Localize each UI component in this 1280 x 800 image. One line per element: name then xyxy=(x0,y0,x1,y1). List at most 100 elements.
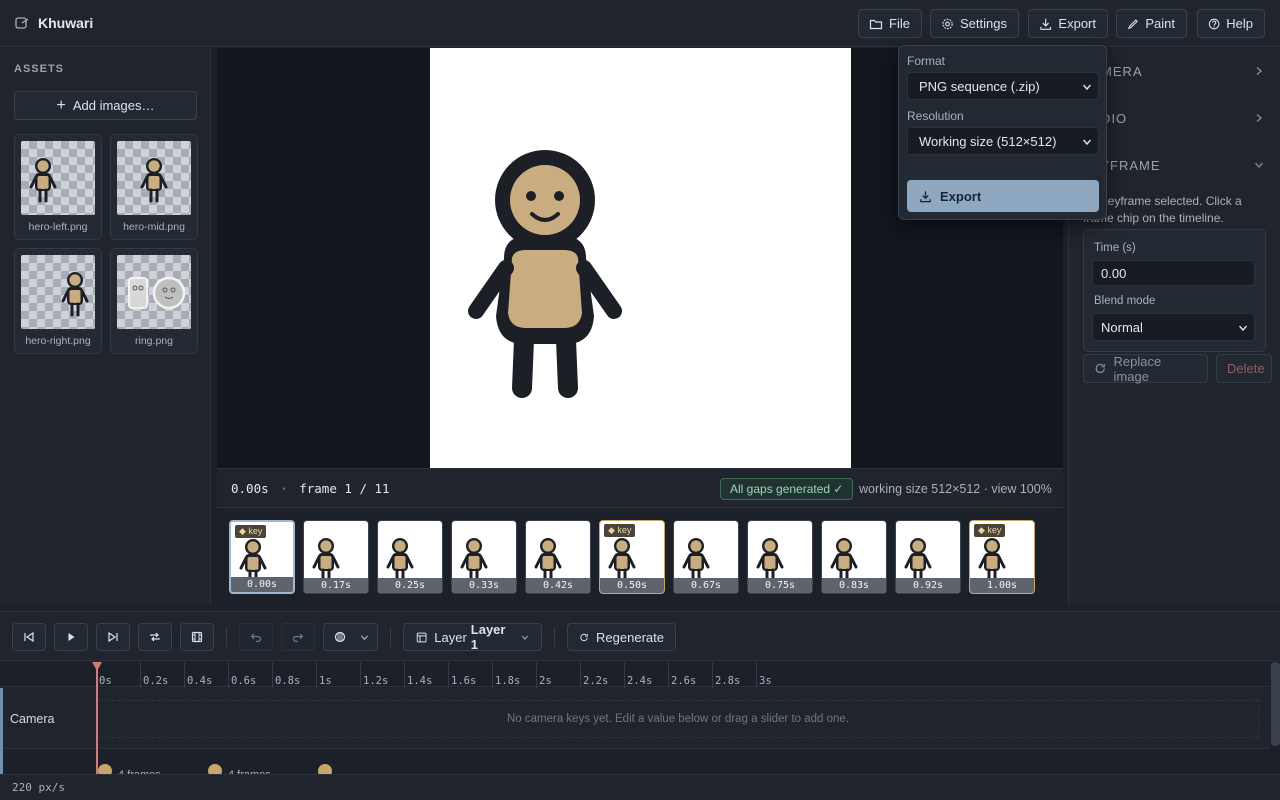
toolbar-divider xyxy=(390,627,391,647)
asset-thumbnail xyxy=(21,141,95,215)
key-tag: ◆ key xyxy=(974,524,1006,537)
track-accent xyxy=(0,749,3,774)
delete-keyframe-button[interactable]: Delete xyxy=(1216,354,1272,383)
redo-button[interactable] xyxy=(281,623,315,651)
asset-card[interactable]: ring.png xyxy=(110,248,198,354)
chevron-down-icon xyxy=(1238,325,1248,332)
asset-thumbnail xyxy=(21,255,95,329)
file-button[interactable]: File xyxy=(858,9,922,38)
resolution-label: Resolution xyxy=(907,109,964,123)
skip-end-button[interactable] xyxy=(96,623,130,651)
hero-sprite-icon xyxy=(460,538,488,583)
hero-sprite-icon xyxy=(904,538,932,583)
frame-chip[interactable]: 0.92s xyxy=(895,520,961,594)
ruler-tick-label: 0.8s xyxy=(275,675,301,687)
frame-chip[interactable]: 0.42s xyxy=(525,520,591,594)
replace-image-button[interactable]: Replace image xyxy=(1083,353,1208,384)
frame-time: 0.42s xyxy=(526,578,590,593)
asset-thumbnail xyxy=(117,141,191,215)
onion-skin-button[interactable] xyxy=(323,623,378,651)
ruler-tick xyxy=(492,662,493,688)
frame-time: 1.00s xyxy=(970,578,1034,593)
repeat-icon xyxy=(150,632,160,642)
frame-chip[interactable]: 0.33s xyxy=(451,520,517,594)
playhead-handle[interactable] xyxy=(92,662,102,671)
toolbar-divider xyxy=(554,627,555,647)
loop-button[interactable] xyxy=(138,623,172,651)
frame-time: 0.83s xyxy=(822,578,886,593)
hero-sprite-icon xyxy=(312,538,340,583)
ruler-tick-label: 2.4s xyxy=(627,675,653,687)
frame-chip[interactable]: 0.17s xyxy=(303,520,369,594)
frame-chip[interactable]: ◆ key 0.50s xyxy=(599,520,665,594)
frame-chip[interactable]: 0.67s xyxy=(673,520,739,594)
zoom-readout: 220 px/s xyxy=(12,781,65,794)
ruler-tick xyxy=(580,662,581,688)
toolbar-divider xyxy=(226,627,227,647)
blend-mode-select[interactable]: Normal xyxy=(1092,313,1255,341)
frame-chip[interactable]: 0.83s xyxy=(821,520,887,594)
play-button[interactable] xyxy=(54,623,88,651)
add-images-button[interactable]: + Add images… xyxy=(14,91,197,120)
hero-sprite-icon xyxy=(534,538,562,583)
chevron-down-icon[interactable] xyxy=(1254,160,1264,170)
ruler-tick-label: 0.2s xyxy=(143,675,169,687)
asset-name: hero-left.png xyxy=(28,221,88,233)
asset-card[interactable]: hero-mid.png xyxy=(110,134,198,240)
chevron-right-icon[interactable] xyxy=(1254,66,1264,76)
refresh-icon xyxy=(580,633,588,641)
frame-chip[interactable]: 0.75s xyxy=(747,520,813,594)
skip-forward-icon xyxy=(108,631,118,643)
no-keyframe-message: No keyframe selected. Click a frame chip… xyxy=(1083,194,1242,225)
current-time: 0.00s xyxy=(231,481,269,496)
ruler-tick xyxy=(404,662,405,688)
chevron-down-icon xyxy=(521,635,529,640)
ruler-tick xyxy=(316,662,317,688)
export-button[interactable]: Export xyxy=(1028,9,1108,38)
ruler-tick-label: 2s xyxy=(539,675,552,687)
frame-time: 0.00s xyxy=(231,577,293,592)
brush-icon xyxy=(1127,18,1138,29)
canvas-stage[interactable] xyxy=(430,48,851,468)
paint-button-label: Paint xyxy=(1145,16,1175,31)
regenerate-button[interactable]: Regenerate xyxy=(567,623,676,651)
settings-button[interactable]: Settings xyxy=(930,9,1019,38)
replace-image-label: Replace image xyxy=(1113,353,1162,384)
frame-time: 0.75s xyxy=(748,578,812,593)
asset-card[interactable]: hero-right.png xyxy=(14,248,102,354)
layer-prefix: Layer xyxy=(434,629,467,645)
ruler-tick xyxy=(668,662,669,688)
help-button-label: Help xyxy=(1226,16,1253,31)
frame-chip[interactable]: ◆ key 1.00s xyxy=(969,520,1035,594)
add-images-label: Add images… xyxy=(72,98,155,113)
filmstrip-button[interactable] xyxy=(180,623,214,651)
chevron-right-icon[interactable] xyxy=(1254,113,1264,123)
hero-sprite-icon xyxy=(978,538,1006,583)
refresh-icon xyxy=(1095,363,1105,374)
hero-sprite-icon xyxy=(682,538,710,583)
layer-track[interactable] xyxy=(0,749,1270,774)
ruler-tick xyxy=(624,662,625,688)
gaps-status-badge: All gaps generated ✓ xyxy=(720,478,854,500)
time-input[interactable]: 0.00 xyxy=(1092,260,1255,286)
frame-time: 0.92s xyxy=(896,578,960,593)
resolution-select[interactable]: Working size (512×512) xyxy=(907,127,1099,155)
hero-sprite-icon xyxy=(140,158,168,203)
help-button[interactable]: Help xyxy=(1197,9,1265,38)
asset-card[interactable]: hero-left.png xyxy=(14,134,102,240)
frame-time: 0.33s xyxy=(452,578,516,593)
ruler-tick-label: 1.2s xyxy=(363,675,389,687)
playhead[interactable] xyxy=(96,662,98,774)
chevron-down-icon xyxy=(1082,139,1092,146)
chevron-down-icon xyxy=(360,634,369,640)
format-select[interactable]: PNG sequence (.zip) xyxy=(907,72,1099,100)
layer-selector[interactable]: Layer Layer 1 xyxy=(403,622,542,652)
frame-chip[interactable]: 0.25s xyxy=(377,520,443,594)
timeline-scrollbar[interactable] xyxy=(1271,662,1280,746)
undo-button[interactable] xyxy=(239,623,273,651)
frame-chip[interactable]: ◆ key 0.00s xyxy=(229,520,295,594)
paint-button[interactable]: Paint xyxy=(1116,9,1187,38)
readout-separator: · xyxy=(280,481,288,496)
skip-start-button[interactable] xyxy=(12,623,46,651)
confirm-export-button[interactable]: Export xyxy=(907,180,1099,212)
